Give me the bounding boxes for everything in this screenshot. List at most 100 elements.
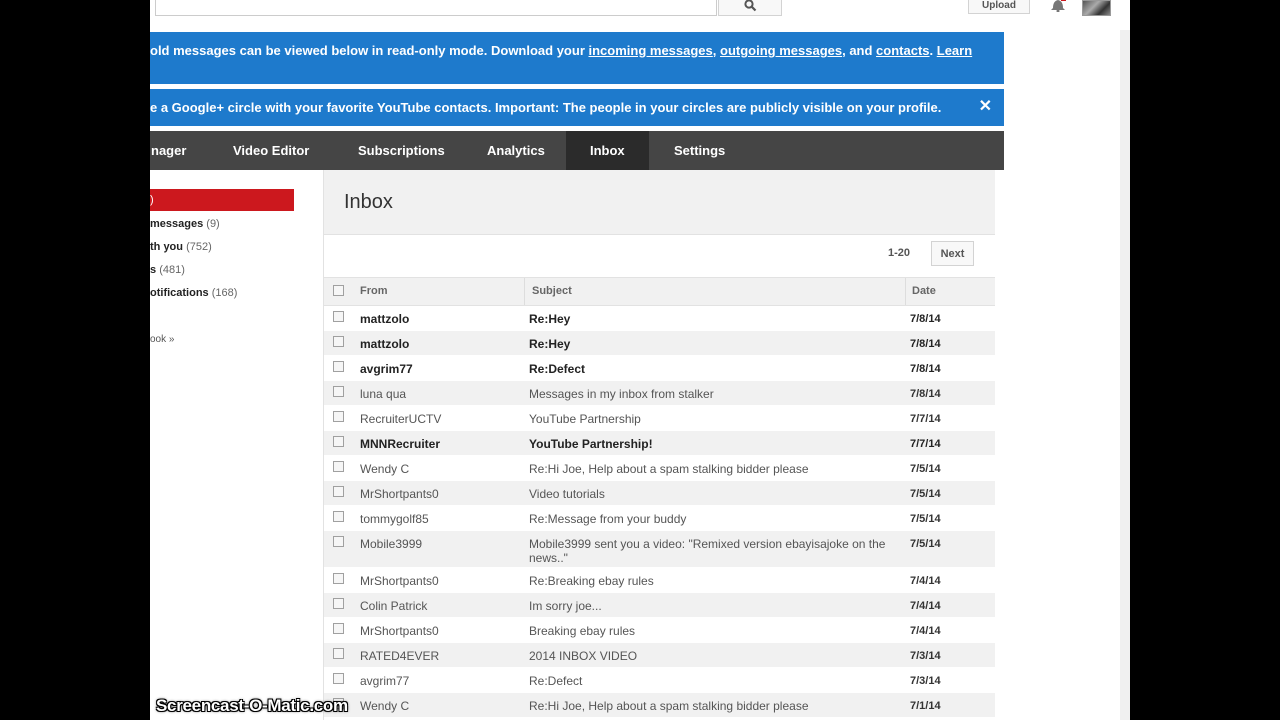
table-row[interactable]: Mobile3999 Mobile3999 sent you a video: "…: [324, 531, 995, 568]
nav-item-notifications[interactable]: otifications (168): [150, 287, 237, 299]
row-checkbox[interactable]: [333, 361, 344, 372]
scrollbar[interactable]: [1120, 0, 1130, 720]
row-subject[interactable]: Re:Message from your buddy: [529, 512, 894, 526]
table-row[interactable]: RATED4EVER 2014 INBOX VIDEO 7/3/14: [324, 643, 995, 668]
tab-analytics[interactable]: Analytics: [471, 131, 566, 170]
row-checkbox[interactable]: [333, 336, 344, 347]
row-checkbox[interactable]: [333, 386, 344, 397]
row-checkbox[interactable]: [333, 648, 344, 659]
row-checkbox[interactable]: [333, 411, 344, 422]
row-subject[interactable]: 2014 INBOX VIDEO: [529, 649, 894, 663]
row-date: 7/4/14: [910, 625, 941, 637]
row-checkbox[interactable]: [333, 461, 344, 472]
row-subject[interactable]: Re:Hi Joe, Help about a spam stalking bi…: [529, 462, 894, 476]
nav-item-count: (168): [211, 287, 238, 299]
outgoing-messages-link[interactable]: outgoing messages: [720, 43, 842, 58]
row-subject[interactable]: Messages in my inbox from stalker: [529, 387, 894, 401]
tab-subscriptions[interactable]: Subscriptions: [342, 131, 471, 170]
nav-item-shared-with-you[interactable]: th you (752): [150, 241, 212, 253]
column-from[interactable]: From: [360, 278, 388, 305]
upload-button[interactable]: Upload: [968, 0, 1030, 14]
table-row[interactable]: MrShortpants0 Breaking ebay rules 7/4/14: [324, 618, 995, 643]
nav-item-inbox[interactable]: ): [150, 189, 294, 211]
table-row[interactable]: MrShortpants0 Video tutorials 7/5/14: [324, 481, 995, 506]
row-checkbox[interactable]: [333, 623, 344, 634]
row-checkbox[interactable]: [333, 536, 344, 547]
column-subject[interactable]: Subject: [532, 278, 572, 305]
row-subject[interactable]: YouTube Partnership!: [529, 437, 894, 451]
row-from: avgrim77: [360, 674, 410, 688]
nav-item-comments[interactable]: s (481): [150, 264, 185, 276]
table-row[interactable]: MrShortpants0 Re:Breaking ebay rules 7/4/1…: [324, 568, 995, 593]
row-from: RATED4EVER: [360, 649, 440, 663]
row-date: 7/4/14: [910, 600, 941, 612]
row-checkbox[interactable]: [333, 573, 344, 584]
row-checkbox[interactable]: [333, 511, 344, 522]
row-subject[interactable]: Re:Breaking ebay rules: [529, 574, 894, 588]
avatar[interactable]: [1082, 0, 1111, 16]
row-subject[interactable]: Re:Defect: [529, 362, 894, 376]
row-checkbox[interactable]: [333, 436, 344, 447]
message-list: mattzolo Re:Hey 7/8/14 mattzolo Re:Hey 7/8/14…: [324, 306, 995, 718]
next-page-button[interactable]: Next: [931, 241, 974, 266]
nav-item-address-book[interactable]: ook »: [150, 334, 174, 345]
column-date[interactable]: Date: [912, 278, 936, 305]
table-header: From Subject Date: [324, 277, 995, 306]
row-checkbox[interactable]: [333, 598, 344, 609]
table-row[interactable]: mattzolo Re:Hey 7/8/14: [324, 306, 995, 331]
inbox-header: Inbox: [324, 170, 995, 235]
row-subject[interactable]: Mobile3999 sent you a video: "Remixed ve…: [529, 537, 894, 565]
tab-video-editor[interactable]: Video Editor: [217, 131, 342, 170]
row-from: mattzolo: [360, 337, 410, 351]
row-date: 7/5/14: [910, 538, 941, 550]
tab-bar: nager Video Editor Subscriptions Analyti…: [150, 131, 1004, 170]
row-subject[interactable]: Re:Hey: [529, 337, 894, 351]
tab-settings[interactable]: Settings: [649, 131, 749, 170]
close-icon[interactable]: ✕: [979, 96, 992, 116]
contacts-link[interactable]: contacts: [876, 43, 929, 58]
tab-inbox[interactable]: Inbox: [566, 131, 649, 170]
table-row[interactable]: RecruiterUCTV YouTube Partnership 7/7/14: [324, 406, 995, 431]
bell-icon[interactable]: [1050, 0, 1066, 12]
row-checkbox[interactable]: [333, 486, 344, 497]
table-row[interactable]: Wendy C Re:Hi Joe, Help about a spam stal…: [324, 693, 995, 718]
row-subject[interactable]: Breaking ebay rules: [529, 624, 894, 638]
search-input[interactable]: [155, 0, 717, 16]
table-row[interactable]: Colin Patrick Im sorry joe... 7/4/14: [324, 593, 995, 618]
row-from: MrShortpants0: [360, 487, 439, 501]
tab-label: nager: [151, 143, 187, 158]
page-title: Inbox: [344, 191, 393, 213]
search-button[interactable]: [718, 0, 782, 16]
table-row[interactable]: avgrim77 Re:Defect 7/8/14: [324, 356, 995, 381]
row-date: 7/8/14: [910, 363, 941, 375]
row-subject[interactable]: Im sorry joe...: [529, 599, 894, 613]
row-subject[interactable]: Re:Defect: [529, 674, 894, 688]
select-all-checkbox[interactable]: [333, 285, 344, 296]
table-row[interactable]: mattzolo Re:Hey 7/8/14: [324, 331, 995, 356]
table-row[interactable]: tommygolf85 Re:Message from your buddy 7/5…: [324, 506, 995, 531]
row-date: 7/5/14: [910, 488, 941, 500]
table-row[interactable]: Wendy C Re:Hi Joe, Help about a spam stal…: [324, 456, 995, 481]
table-row[interactable]: MNNRecruiter YouTube Partnership! 7/7/14: [324, 431, 995, 456]
row-from: Wendy C: [360, 699, 410, 713]
row-date: 7/5/14: [910, 463, 941, 475]
incoming-messages-link[interactable]: incoming messages: [589, 43, 713, 58]
table-row[interactable]: luna qua Messages in my inbox from stalke…: [324, 381, 995, 406]
row-subject[interactable]: Video tutorials: [529, 487, 894, 501]
nav-item-count: (9): [206, 218, 220, 230]
table-row[interactable]: avgrim77 Re:Defect 7/3/14: [324, 668, 995, 693]
row-from: avgrim77: [360, 362, 413, 376]
row-from: Colin Patrick: [360, 599, 428, 613]
banner-text: old messages can be viewed below in read…: [150, 43, 589, 58]
row-subject[interactable]: Re:Hey: [529, 312, 894, 326]
nav-item-messages[interactable]: messages (9): [150, 218, 220, 230]
row-checkbox[interactable]: [333, 311, 344, 322]
circle-banner-text: e a Google+ circle with your favorite Yo…: [150, 100, 942, 115]
tab-video-manager[interactable]: nager: [150, 131, 217, 170]
row-subject[interactable]: YouTube Partnership: [529, 412, 894, 426]
row-date: 7/8/14: [910, 313, 941, 325]
row-subject[interactable]: Re:Hi Joe, Help about a spam stalking bi…: [529, 699, 894, 713]
row-date: 7/3/14: [910, 650, 941, 662]
row-checkbox[interactable]: [333, 673, 344, 684]
learn-more-link[interactable]: Learn: [937, 43, 972, 58]
